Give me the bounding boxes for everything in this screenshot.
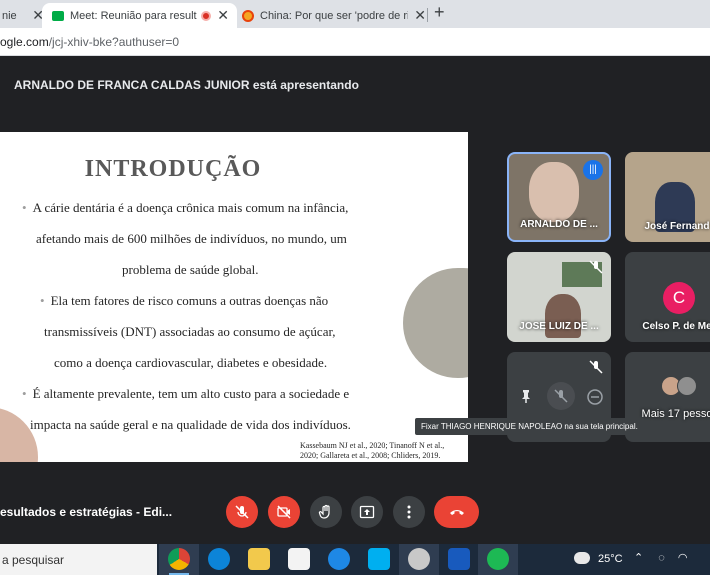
- taskbar-search[interactable]: a pesquisar: [0, 544, 157, 575]
- word-icon[interactable]: [448, 548, 470, 570]
- leave-call-button[interactable]: [434, 496, 479, 528]
- tab-meet[interactable]: Meet: Reunião para resultad ✕: [42, 3, 237, 28]
- tab-separator: [427, 8, 428, 22]
- bullet-icon: •: [22, 200, 27, 215]
- slide-decoration-shape: [0, 407, 38, 462]
- slide-line: • É altamente prevalente, tem um alto cus…: [22, 386, 350, 401]
- temperature: 25°C: [598, 553, 623, 565]
- participant-tile[interactable]: ||| ARNALDO DE ...: [507, 152, 611, 242]
- search-placeholder: a pesquisar: [2, 553, 65, 567]
- weather-icon[interactable]: [574, 552, 590, 564]
- mic-off-icon: [589, 360, 603, 374]
- hand-icon: [318, 504, 330, 519]
- tab-title: China: Por que ser 'podre de rico: [260, 9, 409, 22]
- skype-icon[interactable]: [368, 548, 390, 570]
- slide-line: problema de saúde global.: [122, 262, 259, 277]
- tab-title: Meet: Reunião para resultad: [70, 9, 198, 22]
- participant-name: ARNALDO DE ...: [520, 219, 598, 230]
- file-explorer-icon[interactable]: [248, 548, 270, 570]
- chrome-icon[interactable]: [168, 548, 190, 570]
- mute-participant-button[interactable]: [547, 382, 575, 410]
- remove-icon[interactable]: [587, 389, 603, 405]
- url-path: /jcj-xhiv-bke?authuser=0: [48, 35, 180, 49]
- mic-off-icon: [589, 260, 603, 274]
- url-host: ogle.com: [0, 35, 49, 49]
- tooltip: Fixar THIAGO HENRIQUE NAPOLEAO na sua te…: [415, 418, 644, 435]
- close-icon[interactable]: ✕: [217, 7, 229, 24]
- meeting-title: esultados e estratégias - Edi...: [0, 505, 173, 519]
- mic-toggle-button[interactable]: [226, 496, 258, 528]
- new-tab-button[interactable]: +: [434, 2, 445, 23]
- avatar: C: [663, 282, 695, 314]
- participant-name: Celso P. de Me: [642, 321, 710, 332]
- tab-1[interactable]: nie ✕: [0, 3, 44, 28]
- camera-toggle-button[interactable]: [268, 496, 300, 528]
- slide-line: transmissíveis (DNT) associadas ao consu…: [44, 324, 336, 339]
- avatar: [677, 376, 697, 396]
- more-vert-icon: [407, 505, 411, 519]
- spotify-icon[interactable]: [487, 548, 509, 570]
- slide-citation: Kassebaum NJ et al., 2020; Tinanoff N et…: [300, 441, 445, 460]
- present-now-button[interactable]: [351, 496, 383, 528]
- paint-icon[interactable]: [408, 548, 430, 570]
- bullet-icon: •: [40, 293, 45, 308]
- participant-video: [529, 162, 579, 222]
- bullet-icon: •: [22, 386, 27, 401]
- tab-title: nie: [2, 9, 17, 22]
- url-text: ogle.com/jcj-xhiv-bke?authuser=0: [0, 35, 179, 49]
- browser-tab-strip: nie ✕ Meet: Reunião para resultad ✕ Chin…: [0, 0, 710, 28]
- chevron-up-icon[interactable]: ⌃: [634, 552, 643, 564]
- windows-taskbar: a pesquisar 25°C ⌃ ◌ ◠: [0, 544, 710, 575]
- address-bar[interactable]: ogle.com/jcj-xhiv-bke?authuser=0: [0, 28, 710, 56]
- mic-off-icon: [554, 389, 568, 403]
- participant-tile[interactable]: José Fernand: [625, 152, 710, 242]
- presenting-banner: ARNALDO DE FRANCA CALDAS JUNIOR está apr…: [14, 78, 359, 92]
- phone-hangup-icon: [449, 510, 464, 515]
- participant-name: José Fernand: [644, 221, 710, 232]
- network-icon[interactable]: ◌: [658, 552, 665, 564]
- more-options-button[interactable]: [393, 496, 425, 528]
- system-tray[interactable]: ⌃ ◌ ◠: [634, 551, 688, 564]
- slide-line: como a doença cardiovascular, diabetes e…: [54, 355, 328, 370]
- tab-china[interactable]: China: Por que ser 'podre de rico ✕: [238, 3, 426, 28]
- store-icon[interactable]: [288, 548, 310, 570]
- present-screen-icon: [359, 505, 375, 519]
- pin-icon[interactable]: [519, 389, 533, 403]
- close-icon[interactable]: ✕: [414, 7, 426, 24]
- safari-icon[interactable]: [328, 548, 350, 570]
- participant-name: JOSE LUIZ DE ...: [519, 321, 599, 332]
- slide: INTRODUÇÃO • A cárie dentária é a doença …: [0, 132, 468, 462]
- slide-decoration-shape: [403, 268, 468, 378]
- site-favicon-icon: [242, 9, 254, 22]
- slide-line: impacta na saúde geral e na qualidade de…: [30, 417, 351, 432]
- mic-off-icon: [235, 505, 249, 519]
- presentation-area: INTRODUÇÃO • A cárie dentária é a doença …: [0, 114, 468, 480]
- speaking-indicator-icon: |||: [583, 160, 603, 180]
- recording-icon: [201, 10, 212, 21]
- camera-off-icon: [277, 505, 291, 519]
- participant-tile[interactable]: JOSE LUIZ DE ...: [507, 252, 611, 342]
- slide-line: afetando mais de 600 milhões de indivídu…: [36, 231, 347, 246]
- slide-line: • A cárie dentária é a doença crônica mai…: [22, 200, 349, 215]
- raise-hand-button[interactable]: [310, 496, 342, 528]
- edge-icon[interactable]: [208, 548, 230, 570]
- participant-tile[interactable]: C Celso P. de Me: [625, 252, 710, 342]
- wifi-icon[interactable]: ◠: [678, 552, 688, 564]
- meet-favicon-icon: [52, 10, 64, 21]
- slide-line: • Ela tem fatores de risco comuns a outra…: [40, 293, 329, 308]
- slide-title: INTRODUÇÃO: [84, 156, 262, 182]
